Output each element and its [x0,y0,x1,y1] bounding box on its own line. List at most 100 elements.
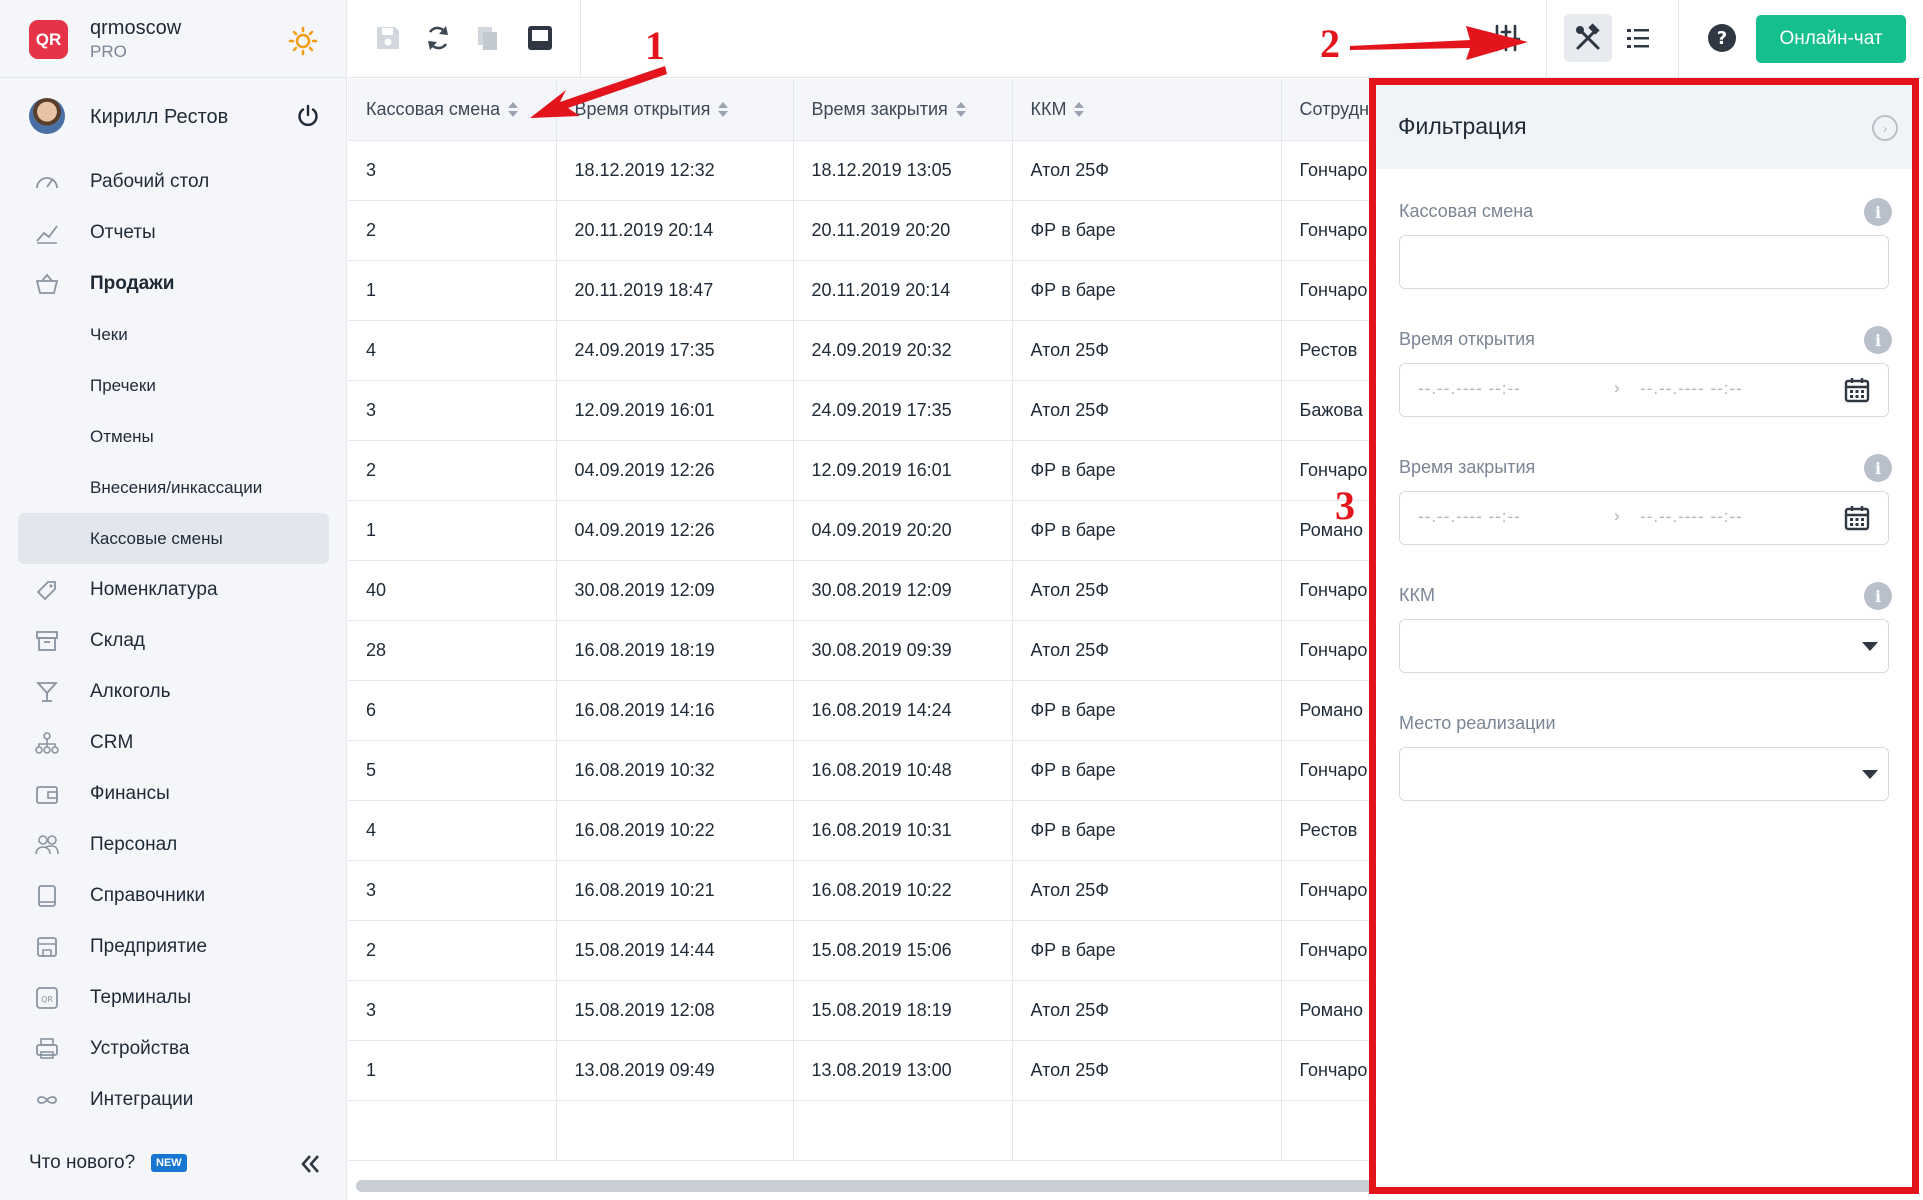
tools-hammer-wrench-icon[interactable] [1572,22,1604,54]
sidebar-item-label: Устройства [90,1037,190,1059]
table-row[interactable]: 3 18.12.2019 12:32 18.12.2019 13:05 Атол 25… [348,140,1373,201]
inbox-icon[interactable] [524,22,556,54]
table-cell: 30.08.2019 12:09 [556,560,794,621]
table-row[interactable]: 2 15.08.2019 14:44 15.08.2019 15:06 ФР в ба… [348,920,1373,981]
sidebar-item-dashboard[interactable]: Рабочий стол [0,156,347,207]
new-badge: NEW [151,1154,187,1172]
table-cell: 20.11.2019 18:47 [556,260,794,321]
sort-icon[interactable] [955,102,966,118]
table-cell: 15.08.2019 18:19 [793,980,1013,1041]
calendar-icon[interactable] [1843,504,1871,532]
sidebar-item-warehouse[interactable]: Склад [0,615,347,666]
sidebar-item-label: Внесения/инкассации [90,477,263,497]
table-cell: Атол 25Ф [1012,560,1282,621]
close-time-range-input[interactable]: --.--.---- --:-- › --.--.---- --:-- [1399,491,1889,545]
sidebar-subitem-deposits[interactable]: Внесения/инкассации [0,462,347,513]
sidebar-item-enterprise[interactable]: Предприятие [0,921,347,972]
horizontal-scrollbar[interactable] [356,1180,1376,1192]
column-header-close-time[interactable]: Время закрытия [793,79,1013,141]
table-cell: ФР в баре [1012,260,1282,321]
open-time-to[interactable]: --.--.---- --:-- [1640,379,1743,399]
sidebar-item-devices[interactable]: Устройства [0,1023,347,1074]
copy-icon[interactable] [472,22,504,54]
sidebar-item-label: Предприятие [90,935,208,957]
shift-input[interactable] [1399,235,1889,289]
table-row[interactable]: 1 13.08.2019 09:49 13.08.2019 13:00 Атол 25… [348,1040,1373,1101]
table-row[interactable]: 4 24.09.2019 17:35 24.09.2019 20:32 Атол 25… [348,320,1373,381]
info-icon[interactable]: i [1864,326,1892,354]
table-row[interactable]: 3 15.08.2019 12:08 15.08.2019 18:19 Атол 25… [348,980,1373,1041]
column-header-kkm[interactable]: ККМ [1012,79,1282,141]
online-chat-button[interactable]: Онлайн-чат [1756,15,1906,63]
table-cell: Гончаро [1281,440,1373,501]
sidebar-item-terminals[interactable]: QR Терминалы [0,972,347,1023]
filter-label-place: Место реализации [1399,713,1556,733]
table-cell: 30.08.2019 09:39 [793,620,1013,681]
range-arrow-icon: › [1614,506,1620,525]
close-panel-chevron-icon[interactable]: › [1872,115,1898,141]
table-cell: 16.08.2019 14:24 [793,680,1013,741]
sidebar-item-nomenclature[interactable]: Номенклатура [0,564,347,615]
sidebar-item-references[interactable]: Справочники [0,870,347,921]
sidebar-item-crm[interactable]: CRM [0,717,347,768]
sort-icon[interactable] [1074,102,1085,118]
table-row[interactable]: 2 20.11.2019 20:14 20.11.2019 20:20 ФР в ба… [348,200,1373,261]
table-row[interactable]: 1 04.09.2019 12:26 04.09.2019 20:20 ФР в ба… [348,500,1373,561]
table-cell: ФР в баре [1012,500,1282,561]
close-time-from[interactable]: --.--.---- --:-- [1418,507,1521,527]
table-cell: 30.08.2019 12:09 [793,560,1013,621]
table-row[interactable]: 1 20.11.2019 18:47 20.11.2019 20:14 ФР в ба… [348,260,1373,321]
sidebar-subitem-cash-shifts[interactable]: Кассовые смены [18,513,329,564]
filter-panel: Фильтрация › Кассовая смена i Время откр… [1369,78,1919,1194]
sidebar-subitem-checks[interactable]: Чеки [0,309,347,360]
calendar-icon[interactable] [1843,376,1871,404]
open-time-range-input[interactable]: --.--.---- --:-- › --.--.---- --:-- [1399,363,1889,417]
place-select[interactable] [1399,747,1889,801]
filter-label-shift: Кассовая смена [1399,201,1534,221]
table-cell: 24.09.2019 17:35 [556,320,794,381]
table-cell: 16.08.2019 18:19 [556,620,794,681]
table-row[interactable]: 40 30.08.2019 12:09 30.08.2019 12:09 Атол 2… [348,560,1373,621]
table-cell: Атол 25Ф [1012,860,1282,921]
kkm-select[interactable] [1399,619,1889,673]
table-row[interactable]: 3 16.08.2019 10:21 16.08.2019 10:22 Атол 25… [348,860,1373,921]
column-header-shift[interactable]: Кассовая смена [348,79,557,141]
table-cell [556,1100,794,1161]
sidebar-item-reports[interactable]: Отчеты [0,207,347,258]
refresh-icon[interactable] [422,22,454,54]
sidebar-subitem-prechecks[interactable]: Пречеки [0,360,347,411]
table-row[interactable]: 6 16.08.2019 14:16 16.08.2019 14:24 ФР в ба… [348,680,1373,741]
sidebar-item-integrations[interactable]: Интеграции [0,1074,347,1125]
table-cell: 20.11.2019 20:20 [793,200,1013,261]
whats-new-link[interactable]: Что нового? [29,1152,135,1174]
sidebar-item-alcohol[interactable]: Алкоголь [0,666,347,717]
table-row[interactable]: 2 04.09.2019 12:26 12.09.2019 16:01 ФР в ба… [348,440,1373,501]
info-icon[interactable]: i [1864,454,1892,482]
table-row[interactable]: 4 16.08.2019 10:22 16.08.2019 10:31 ФР в ба… [348,800,1373,861]
column-header-employee[interactable]: Сотрудн [1281,79,1373,141]
sort-icon[interactable] [508,102,519,118]
info-icon[interactable]: i [1864,582,1892,610]
sidebar-subitem-cancellations[interactable]: Отмены [0,411,347,462]
sidebar-item-staff[interactable]: Персонал [0,819,347,870]
sidebar-item-sales[interactable]: Продажи [0,258,347,309]
table-row[interactable]: 3 12.09.2019 16:01 24.09.2019 17:35 Атол 25… [348,380,1373,441]
logout-power-icon[interactable] [296,104,320,128]
collapse-sidebar-icon[interactable] [298,1152,322,1176]
sidebar-item-finance[interactable]: Финансы [0,768,347,819]
info-icon[interactable]: i [1864,198,1892,226]
close-time-to[interactable]: --.--.---- --:-- [1640,507,1743,527]
table-row[interactable]: 5 16.08.2019 10:32 16.08.2019 10:48 ФР в ба… [348,740,1373,801]
theme-toggle-sun-icon[interactable] [288,26,318,56]
svg-text:QR: QR [41,995,53,1004]
table-cell: Атол 25Ф [1012,980,1282,1041]
sidebar-item-label: Персонал [90,833,178,855]
avatar[interactable] [29,98,65,134]
open-time-from[interactable]: --.--.---- --:-- [1418,379,1521,399]
help-icon[interactable]: ? [1706,22,1738,54]
sort-icon[interactable] [718,102,729,118]
save-icon[interactable] [372,22,404,54]
list-view-icon[interactable] [1622,22,1654,54]
table-cell: 15.08.2019 12:08 [556,980,794,1041]
table-row[interactable]: 28 16.08.2019 18:19 30.08.2019 09:39 Атол 2… [348,620,1373,681]
